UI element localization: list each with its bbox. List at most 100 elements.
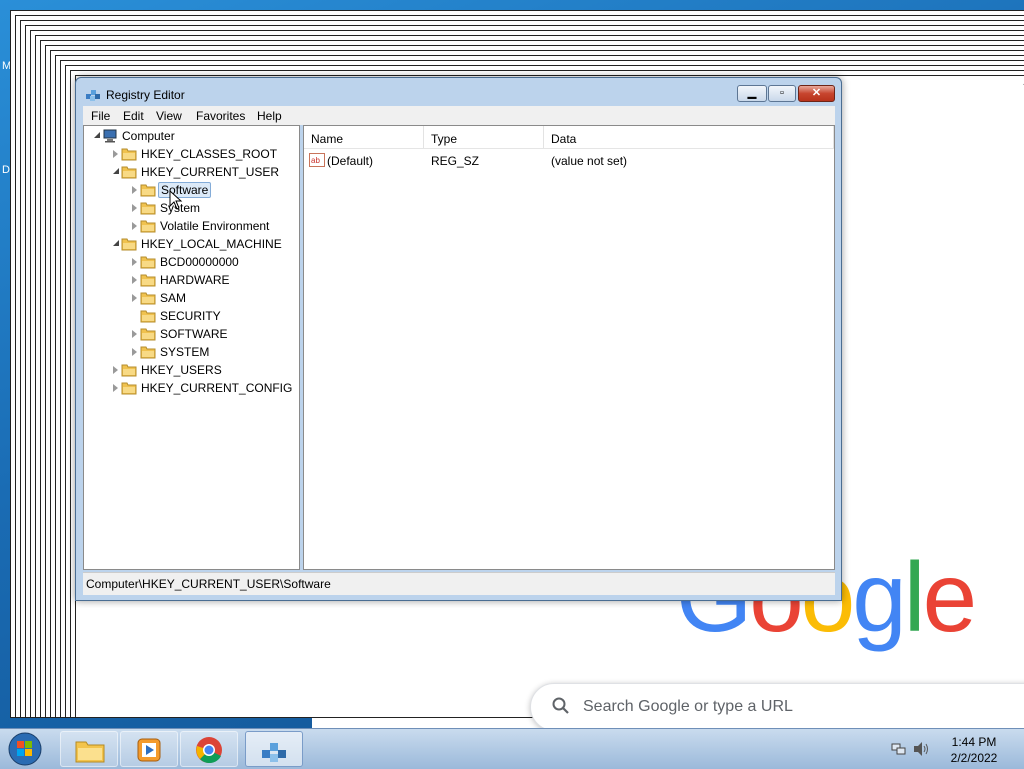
folder-icon bbox=[121, 237, 137, 251]
expand-toggle[interactable] bbox=[113, 384, 118, 392]
status-path: Computer\HKEY_CURRENT_USER\Software bbox=[86, 577, 331, 591]
tree-label: HKEY_CLASSES_ROOT bbox=[139, 147, 279, 161]
svg-text:ab: ab bbox=[311, 156, 320, 165]
expand-toggle[interactable] bbox=[113, 366, 118, 374]
taskbar-explorer-button[interactable] bbox=[60, 731, 118, 767]
tree-label: SAM bbox=[158, 291, 188, 305]
folder-icon bbox=[121, 363, 137, 377]
regedit-icon bbox=[85, 86, 101, 102]
menu-file[interactable]: File bbox=[91, 109, 110, 123]
collapse-toggle[interactable] bbox=[113, 240, 119, 246]
tree-node-bcd00000000[interactable]: BCD00000000 bbox=[84, 253, 299, 271]
mouse-cursor bbox=[169, 190, 183, 210]
tree-label: Software bbox=[158, 182, 211, 198]
tree-label: Volatile Environment bbox=[158, 219, 271, 233]
minimize-icon: ▁ bbox=[738, 86, 766, 101]
close-button[interactable]: ✕ bbox=[798, 85, 835, 102]
taskbar-media-player-button[interactable] bbox=[120, 731, 178, 767]
taskbar: 1:44 PM 2/2/2022 bbox=[0, 728, 1024, 769]
close-icon: ✕ bbox=[799, 86, 834, 101]
collapse-toggle[interactable] bbox=[113, 168, 119, 174]
folder-icon bbox=[121, 165, 137, 179]
clock[interactable]: 1:44 PM 2/2/2022 bbox=[944, 734, 1004, 766]
expand-toggle[interactable] bbox=[94, 132, 100, 138]
tree-node-sam[interactable]: SAM bbox=[84, 289, 299, 307]
taskbar-chrome-button[interactable] bbox=[180, 731, 238, 767]
desktop-icon-label[interactable]: D bbox=[2, 164, 10, 176]
expand-toggle[interactable] bbox=[132, 294, 137, 302]
window-title: Registry Editor bbox=[106, 88, 185, 102]
expand-toggle[interactable] bbox=[132, 276, 137, 284]
folder-icon bbox=[140, 345, 156, 359]
status-bar: Computer\HKEY_CURRENT_USER\Software bbox=[83, 572, 835, 595]
value-name: (Default) bbox=[327, 154, 373, 168]
folder-icon bbox=[140, 201, 156, 215]
tree-label: HKEY_CURRENT_USER bbox=[139, 165, 281, 179]
folder-icon bbox=[121, 147, 137, 161]
tree-node-software-hklm[interactable]: SOFTWARE bbox=[84, 325, 299, 343]
tree-label: Computer bbox=[120, 129, 177, 143]
folder-icon bbox=[75, 737, 105, 763]
expand-toggle[interactable] bbox=[113, 150, 118, 158]
clock-time: 1:44 PM bbox=[944, 734, 1004, 750]
folder-icon bbox=[140, 273, 156, 287]
menu-edit[interactable]: Edit bbox=[123, 109, 144, 123]
regedit-icon bbox=[260, 737, 288, 763]
registry-tree[interactable]: Computer HKEY_CLASSES_ROOT HKEY_CURRENT_U… bbox=[83, 125, 300, 570]
expand-toggle[interactable] bbox=[132, 186, 137, 194]
column-header-type[interactable]: Type bbox=[424, 126, 544, 148]
expand-toggle[interactable] bbox=[132, 222, 137, 230]
column-header-data[interactable]: Data bbox=[544, 126, 834, 148]
google-search-box[interactable]: Search Google or type a URL bbox=[530, 683, 1024, 731]
search-placeholder: Search Google or type a URL bbox=[583, 698, 793, 716]
tree-node-hkey-current-config[interactable]: HKEY_CURRENT_CONFIG bbox=[84, 379, 299, 397]
minimize-button[interactable]: ▁ bbox=[737, 85, 767, 102]
tree-node-hkey-classes-root[interactable]: HKEY_CLASSES_ROOT bbox=[84, 145, 299, 163]
tree-node-computer[interactable]: Computer bbox=[84, 127, 299, 145]
network-icon[interactable] bbox=[891, 741, 907, 757]
tree-label: HKEY_USERS bbox=[139, 363, 224, 377]
folder-icon bbox=[140, 183, 156, 197]
tree-node-hkey-current-user[interactable]: HKEY_CURRENT_USER bbox=[84, 163, 299, 181]
expand-toggle[interactable] bbox=[132, 348, 137, 356]
expand-toggle[interactable] bbox=[132, 330, 137, 338]
folder-icon bbox=[140, 327, 156, 341]
tree-node-security[interactable]: SECURITY bbox=[84, 307, 299, 325]
folder-icon bbox=[121, 381, 137, 395]
folder-icon bbox=[140, 219, 156, 233]
logo-letter: e bbox=[923, 548, 975, 646]
tree-label: SYSTEM bbox=[158, 345, 211, 359]
logo-letter: g bbox=[852, 548, 904, 646]
tree-label: SECURITY bbox=[158, 309, 223, 323]
computer-icon bbox=[102, 129, 118, 143]
media-player-icon bbox=[136, 737, 162, 763]
tree-node-software[interactable]: Software bbox=[84, 181, 299, 199]
chrome-icon bbox=[195, 736, 223, 764]
clock-date: 2/2/2022 bbox=[944, 750, 1004, 766]
tree-node-system[interactable]: System bbox=[84, 199, 299, 217]
maximize-button[interactable]: ▫ bbox=[768, 85, 796, 102]
tree-node-hkey-users[interactable]: HKEY_USERS bbox=[84, 361, 299, 379]
expand-toggle[interactable] bbox=[132, 258, 137, 266]
tree-node-hardware[interactable]: HARDWARE bbox=[84, 271, 299, 289]
registry-editor-window: Registry Editor ▁ ▫ ✕ File Edit View Fav… bbox=[75, 77, 842, 601]
header-divider bbox=[304, 148, 834, 149]
folder-icon bbox=[140, 255, 156, 269]
menu-view[interactable]: View bbox=[156, 109, 182, 123]
column-header-name[interactable]: Name bbox=[304, 126, 424, 148]
menu-favorites[interactable]: Favorites bbox=[196, 109, 245, 123]
maximize-icon: ▫ bbox=[769, 86, 795, 101]
tree-node-system-hklm[interactable]: SYSTEM bbox=[84, 343, 299, 361]
values-list[interactable]: Name Type Data ab (Default) REG_SZ (valu… bbox=[303, 125, 835, 570]
expand-toggle[interactable] bbox=[132, 204, 137, 212]
value-data: (value not set) bbox=[551, 154, 627, 168]
start-button[interactable] bbox=[6, 731, 44, 767]
title-bar[interactable]: Registry Editor ▁ ▫ ✕ bbox=[76, 78, 841, 108]
search-icon bbox=[551, 696, 571, 716]
menu-help[interactable]: Help bbox=[257, 109, 282, 123]
taskbar-regedit-button[interactable] bbox=[245, 731, 303, 767]
volume-icon[interactable] bbox=[913, 741, 931, 757]
tree-node-volatile-environment[interactable]: Volatile Environment bbox=[84, 217, 299, 235]
tree-node-hkey-local-machine[interactable]: HKEY_LOCAL_MACHINE bbox=[84, 235, 299, 253]
folder-icon bbox=[140, 291, 156, 305]
